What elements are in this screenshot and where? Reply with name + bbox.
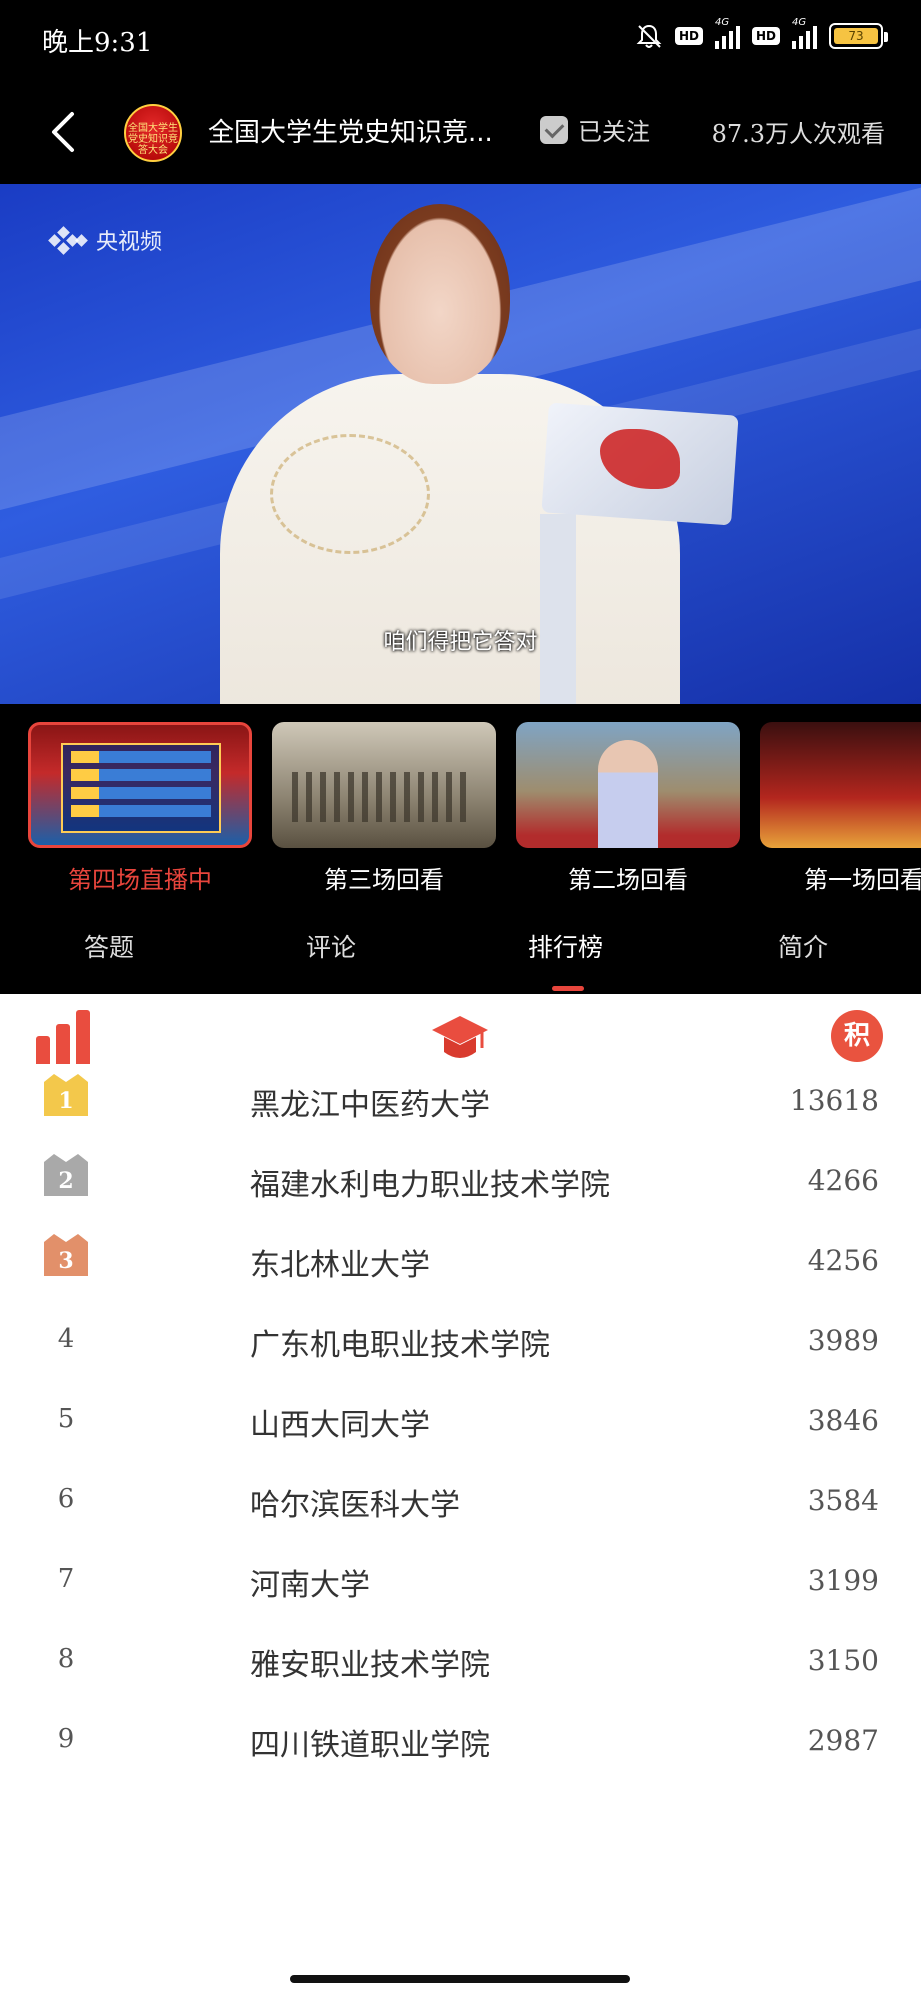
channel-logo-text: 全国大学生党史知识竞答大会	[128, 123, 178, 156]
episode-thumbnail	[760, 722, 921, 848]
rank-number: 9	[57, 1724, 75, 1754]
status-icons: HD 4G HD 4G 73	[635, 17, 888, 50]
silver-medal-icon: 2	[44, 1154, 88, 1196]
school-name: 黑龙江中医药大学	[250, 1088, 490, 1123]
back-arrow-icon[interactable]	[42, 108, 86, 156]
video-subtitle: 咱们得把它答对	[383, 630, 538, 655]
episode-thumbnail	[28, 722, 252, 848]
school-score: 3846	[807, 1404, 879, 1437]
school-name: 广东机电职业技术学院	[250, 1328, 550, 1363]
follow-label: 已关注	[578, 118, 650, 146]
battery-icon: 73	[829, 23, 888, 49]
follow-button[interactable]: 已关注	[540, 112, 650, 147]
medal-rank: 2	[58, 1168, 73, 1194]
school-score: 3989	[807, 1324, 879, 1357]
episode-card-live[interactable]: 第四场直播中	[28, 722, 252, 895]
signal-icon: 4G	[792, 17, 817, 49]
school-score: 4256	[807, 1244, 879, 1277]
status-bar: 晚上9:31 HD 4G HD 4G 73	[0, 0, 921, 80]
tab-bar: 答题 评论 排行榜 简介	[0, 910, 921, 994]
school-score: 4266	[807, 1164, 879, 1197]
episode-thumbnail	[516, 722, 740, 848]
tab-comments[interactable]: 评论	[306, 928, 356, 964]
school-name: 哈尔滨医科大学	[250, 1488, 460, 1523]
rank-number: 7	[57, 1564, 75, 1594]
check-icon	[540, 115, 568, 144]
episode-card[interactable]: 第二场回看	[516, 722, 740, 895]
school-score: 2987	[807, 1724, 879, 1757]
school-name: 雅安职业技术学院	[250, 1648, 490, 1683]
episode-card[interactable]: 第一场回看	[760, 722, 921, 895]
school-score: 3199	[807, 1564, 879, 1597]
school-score: 3150	[807, 1644, 879, 1677]
hd-badge: HD	[751, 27, 780, 45]
host-embroidery	[270, 434, 430, 554]
mute-bell-icon	[636, 24, 662, 48]
rank-number: 5	[57, 1404, 75, 1434]
episode-thumbnail	[272, 722, 496, 848]
episode-label: 第三场回看	[324, 866, 444, 894]
viewer-count: 87.3万人次观看	[711, 120, 885, 148]
channel-title[interactable]: 全国大学生党史知识竞...	[208, 112, 513, 149]
school-name: 四川铁道职业学院	[250, 1728, 490, 1763]
medal-rank: 3	[58, 1248, 73, 1274]
leaderboard: 积 1 黑龙江中医药大学 13618 2 福建水利电力职业技术学院 4266 3 东北林业大学…	[0, 994, 921, 1997]
scoreboard	[61, 743, 221, 833]
gold-medal-icon: 1	[44, 1074, 88, 1116]
school-score: 3584	[807, 1484, 879, 1517]
video-player[interactable]: 央视频 咱们得把它答对	[0, 184, 921, 704]
school-name: 山西大同大学	[250, 1408, 430, 1443]
status-time: 晚上9:31	[42, 28, 153, 58]
episode-label: 第四场直播中	[68, 866, 212, 894]
channel-avatar[interactable]: 全国大学生党史知识竞答大会	[124, 104, 182, 162]
watermark-text: 央视频	[96, 230, 163, 255]
episode-label: 第二场回看	[568, 866, 688, 894]
school-name: 河南大学	[250, 1568, 370, 1603]
school-name: 福建水利电力职业技术学院	[250, 1168, 610, 1203]
tab-active-indicator	[552, 986, 584, 991]
tab-leaderboard[interactable]: 排行榜	[528, 928, 603, 964]
rank-number: 6	[57, 1484, 75, 1514]
broadcaster-watermark: 央视频	[48, 224, 163, 256]
rank-number: 4	[57, 1324, 75, 1354]
episode-strip: 第四场直播中 第三场回看 第二场回看 第一场回看	[0, 704, 921, 910]
school-score: 13618	[789, 1084, 879, 1117]
tab-intro[interactable]: 简介	[778, 928, 828, 964]
episode-label: 第一场回看	[804, 866, 921, 894]
school-name: 东北林业大学	[250, 1248, 430, 1283]
rank-number: 8	[57, 1644, 75, 1674]
network-type: 4G	[714, 17, 730, 28]
host-head	[370, 204, 510, 384]
broadcaster-logo-icon	[48, 226, 88, 255]
live-header: 全国大学生党史知识竞答大会 全国大学生党史知识竞... 已关注 87.3万人次观…	[0, 80, 921, 184]
episode-card[interactable]: 第三场回看	[272, 722, 496, 895]
bronze-medal-icon: 3	[44, 1234, 88, 1276]
home-indicator[interactable]	[290, 1975, 630, 1983]
podium-pole	[540, 514, 576, 704]
medal-rank: 1	[58, 1088, 73, 1114]
rank-row: 9 四川铁道职业学院 2987	[0, 1694, 921, 1794]
network-type: 4G	[792, 17, 807, 28]
battery-level: 73	[834, 28, 878, 44]
hd-badge: HD	[674, 27, 703, 45]
signal-icon: 4G	[714, 17, 740, 49]
tab-quiz[interactable]: 答题	[84, 928, 134, 964]
